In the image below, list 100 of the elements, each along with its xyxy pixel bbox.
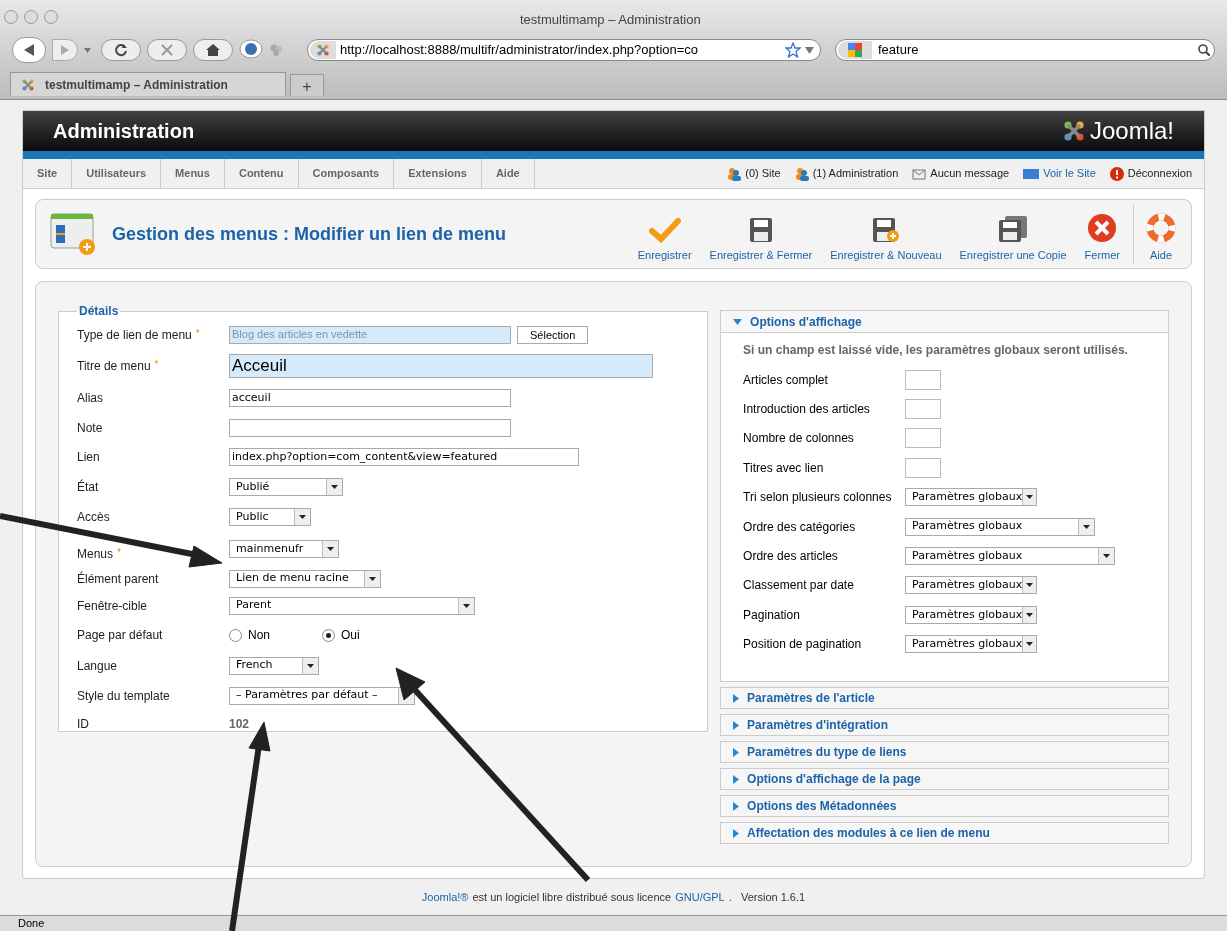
select-field[interactable]: Lien de menu racine — [229, 569, 381, 588]
forward-button[interactable] — [52, 39, 78, 61]
menu-item[interactable]: Extensions — [394, 159, 482, 188]
field-label: Articles complet — [743, 371, 829, 389]
joomla-logo: Joomla! — [1061, 113, 1174, 149]
caret-down-icon — [733, 318, 743, 325]
select-field[interactable]: Paramètres globaux — [905, 605, 1038, 624]
globe-speech-icon[interactable] — [239, 39, 263, 61]
radio-button[interactable] — [322, 628, 335, 642]
text-field[interactable] — [905, 369, 942, 390]
text-field[interactable] — [229, 418, 511, 437]
toolbar-button[interactable]: Enregistrer — [628, 205, 701, 263]
field-label: Page par défaut — [77, 627, 163, 644]
field-label: Style du template — [77, 687, 170, 705]
text-field[interactable]: acceuil — [229, 389, 511, 407]
text-field[interactable]: index.php?option=com_content&view=featured — [229, 448, 579, 466]
select-field[interactable]: Public — [229, 508, 311, 526]
menu-item[interactable]: Utilisateurs — [72, 159, 162, 188]
accordion-header[interactable]: Options d'affichage — [721, 311, 1168, 333]
caret-icon — [364, 570, 380, 587]
select-field[interactable]: French — [229, 656, 319, 675]
text-field[interactable] — [905, 457, 942, 478]
circles-icon[interactable] — [269, 43, 283, 57]
select-field[interactable]: Publié — [229, 478, 343, 496]
footer-text: . Version 1.6.1 — [728, 889, 806, 905]
field-label: Alias — [77, 390, 103, 407]
window-zoom-button[interactable] — [44, 10, 58, 24]
required-asterisk: * — [154, 358, 159, 372]
caret-icon — [326, 479, 342, 495]
stop-button[interactable] — [147, 39, 187, 61]
menu-item[interactable]: Aide — [481, 159, 535, 188]
window-title: testmultimamp – Administration — [520, 11, 701, 29]
caret-right-icon — [733, 774, 740, 784]
home-button[interactable] — [193, 39, 233, 61]
browser-tab[interactable]: testmultimamp – Administration — [10, 72, 286, 96]
page-title: Gestion des menus : Modifier un lien de menu — [112, 222, 508, 246]
search-field[interactable]: feature — [835, 39, 1215, 61]
toolbar-button[interactable]: Fermer — [1075, 205, 1129, 263]
window-minimize-button[interactable] — [24, 10, 38, 24]
back-button[interactable] — [12, 37, 46, 63]
accordion-header[interactable]: Paramètres d'intégration — [720, 714, 1169, 736]
accordion-header[interactable]: Options des Métadonnées — [720, 795, 1169, 817]
monitor-icon — [1023, 168, 1040, 179]
search-engine-icon — [838, 41, 872, 59]
section-legend: Détails — [77, 302, 121, 320]
new-tab-button[interactable]: + — [290, 74, 324, 96]
menu-item[interactable]: Composants — [298, 159, 395, 188]
accordion-header[interactable]: Affectation des modules à ce lien de menu — [720, 822, 1169, 844]
toolbar-button[interactable]: Aide — [1133, 205, 1185, 263]
caret-right-icon — [733, 720, 740, 730]
caret-icon — [294, 509, 310, 525]
search-icon[interactable] — [1198, 44, 1210, 56]
floppy-disks-icon — [998, 214, 1029, 243]
selection-button[interactable]: Sélection — [517, 325, 589, 344]
accordion-header[interactable]: Paramètres du type de liens — [720, 741, 1169, 763]
select-field[interactable]: Paramètres globaux — [905, 576, 1038, 595]
star-icon[interactable] — [785, 42, 801, 58]
text-field[interactable] — [905, 399, 942, 420]
field-label: Tri selon plusieurs colonnes — [743, 489, 893, 507]
caret-right-icon — [733, 801, 740, 811]
status-link[interactable]: (0) Site — [745, 165, 781, 182]
toolbar-button[interactable]: Enregistrer & Fermer — [700, 205, 822, 263]
radio-button[interactable] — [229, 628, 242, 642]
address-bar[interactable]: http://localhost:8888/multifr/administrator/index.php?option=co — [307, 39, 821, 61]
status-link[interactable]: Voir le Site — [1043, 165, 1096, 182]
field-label: Introduction des articles — [743, 401, 871, 419]
text-field[interactable] — [905, 428, 942, 449]
caret-right-icon — [733, 828, 740, 838]
text-field[interactable]: Acceuil — [229, 354, 653, 378]
caret-icon[interactable] — [805, 46, 814, 54]
menu-item[interactable]: Site — [23, 159, 73, 188]
field-label: Fenêtre-cible — [77, 597, 148, 615]
window-close-button[interactable] — [4, 10, 18, 24]
toolbar-button[interactable]: Enregistrer & Nouveau — [821, 205, 951, 263]
field-label: Type de lien de menu — [77, 326, 192, 344]
back-arrow-icon — [24, 44, 34, 56]
field-label: Ordre des articles — [743, 548, 839, 566]
toolbar-button[interactable]: Enregistrer une Copie — [950, 205, 1076, 263]
select-field[interactable]: Parent — [229, 596, 475, 615]
select-field[interactable]: Paramètres globaux — [905, 517, 1096, 536]
menu-item[interactable]: Contenu — [224, 159, 299, 188]
menu-item[interactable]: Menus — [161, 159, 225, 188]
site-icon — [21, 77, 35, 92]
select-field[interactable]: Paramètres globaux — [905, 635, 1038, 654]
status-link[interactable]: Aucun message — [930, 165, 1010, 182]
field-label: Note — [77, 419, 103, 437]
accordion-header[interactable]: Options d'affichage de la page — [720, 768, 1169, 790]
footer-link[interactable]: GNU/GPL — [675, 888, 725, 906]
reload-button[interactable] — [101, 39, 141, 61]
caret-right-icon — [733, 747, 740, 757]
select-field[interactable]: Paramètres globaux — [905, 488, 1038, 507]
reload-icon — [114, 43, 128, 57]
site-icon — [310, 41, 336, 59]
footer-link[interactable]: Joomla!® — [421, 888, 469, 906]
select-field[interactable]: mainmenufr — [229, 540, 339, 558]
status-link[interactable]: (1) Administration — [812, 165, 899, 182]
accordion-header[interactable]: Paramètres de l'article — [720, 687, 1169, 709]
caret-icon[interactable] — [84, 47, 91, 53]
status-link[interactable]: Déconnexion — [1127, 165, 1192, 182]
select-field[interactable]: Paramètres globaux — [905, 547, 1116, 566]
